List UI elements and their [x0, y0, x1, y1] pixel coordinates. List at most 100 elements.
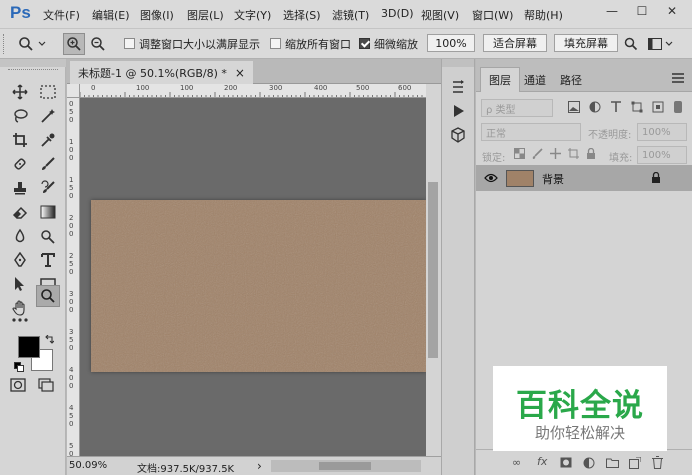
lock-all-icon[interactable] — [586, 148, 596, 159]
history-panel-button[interactable] — [450, 79, 466, 98]
edit-toolbar-button[interactable] — [8, 309, 32, 331]
lock-transparent-icon[interactable] — [514, 148, 525, 159]
scrollbar-thumb[interactable] — [428, 182, 438, 358]
blend-mode-dropdown[interactable]: 正常 — [481, 123, 581, 141]
zoom-all-windows-checkbox[interactable] — [270, 38, 281, 49]
eye-icon[interactable] — [484, 173, 498, 183]
shape-filter-icon[interactable] — [631, 101, 643, 113]
swap-colors-button[interactable] — [44, 334, 55, 348]
layer-name[interactable]: 背景 — [542, 171, 564, 187]
scrubby-zoom-checkbox[interactable] — [359, 38, 370, 49]
menu-image[interactable]: 图像(I) — [140, 7, 174, 23]
vertical-scrollbar[interactable] — [426, 84, 441, 456]
eyedropper-tool[interactable] — [36, 129, 60, 151]
lock-label: 锁定: — [482, 153, 506, 164]
image-canvas[interactable] — [91, 200, 426, 372]
menu-layer[interactable]: 图层(L) — [187, 7, 224, 23]
document-tab[interactable]: 未标题-1 @ 50.1%(RGB/8) * × — [70, 61, 253, 84]
foreground-color-swatch[interactable] — [18, 336, 40, 358]
type-tool[interactable] — [36, 249, 60, 271]
adjustment-filter-icon[interactable] — [589, 101, 601, 113]
zoom-100-button[interactable]: 100% — [427, 34, 475, 52]
search-button[interactable] — [622, 35, 640, 53]
mask-icon[interactable] — [560, 457, 572, 468]
screen-mode-button[interactable] — [38, 378, 56, 394]
tab-channels[interactable]: 通道 — [516, 67, 554, 92]
horizontal-scrollbar-thumb[interactable] — [319, 462, 371, 470]
close-button[interactable]: ✕ — [658, 0, 686, 22]
fit-screen-button[interactable]: 适合屏幕 — [483, 34, 547, 52]
link-icon[interactable]: ∞ — [512, 456, 521, 469]
zoom-tool[interactable] — [36, 285, 60, 307]
workspace-switcher[interactable] — [648, 35, 676, 53]
menu-help[interactable]: 帮助(H) — [524, 7, 563, 23]
ruler-label: 100 — [180, 84, 194, 92]
dodge-tool[interactable] — [36, 225, 60, 247]
chevron-down-icon — [38, 41, 46, 46]
maximize-button[interactable]: ☐ — [628, 0, 656, 22]
ruler-label: 0 — [69, 222, 74, 230]
actions-panel-button[interactable] — [450, 103, 466, 122]
opacity-input[interactable]: 100% — [637, 123, 687, 141]
magnifier-icon — [19, 37, 33, 51]
fx-icon[interactable]: fx — [537, 455, 547, 468]
menu-select[interactable]: 选择(S) — [283, 7, 321, 23]
brush-tool[interactable] — [36, 153, 60, 175]
marquee-tool[interactable] — [36, 81, 60, 103]
3d-panel-button[interactable] — [450, 127, 466, 146]
horizontal-ruler[interactable]: 100 0 100 200 300 400 500 600 — [80, 84, 426, 98]
eraser-tool[interactable] — [8, 201, 32, 223]
lock-position-icon[interactable] — [550, 148, 561, 159]
lock-artboard-icon[interactable] — [568, 148, 579, 159]
status-menu-arrow[interactable]: › — [257, 459, 262, 473]
zoom-in-button[interactable] — [63, 33, 85, 55]
magic-wand-tool[interactable] — [36, 105, 60, 127]
menu-file[interactable]: 文件(F) — [43, 7, 80, 23]
history-brush-tool[interactable] — [36, 177, 60, 199]
trash-icon[interactable] — [652, 456, 663, 469]
new-layer-icon[interactable] — [629, 457, 641, 469]
menu-3d[interactable]: 3D(D) — [381, 7, 414, 20]
tool-preset-picker[interactable] — [18, 34, 54, 54]
arrow-cursor-icon — [15, 277, 24, 291]
lasso-tool[interactable] — [8, 105, 32, 127]
group-icon[interactable] — [606, 457, 619, 468]
crop-tool[interactable] — [8, 129, 32, 151]
zoom-out-button[interactable] — [87, 33, 109, 55]
quick-mask-button[interactable] — [10, 378, 28, 394]
path-selection-tool[interactable] — [8, 273, 32, 295]
blur-tool[interactable] — [8, 225, 32, 247]
layer-row[interactable]: 背景 — [476, 165, 692, 191]
minimize-button[interactable]: — — [598, 0, 626, 22]
layer-filter-dropdown[interactable]: ρ 类型 — [481, 99, 553, 117]
fill-input[interactable]: 100% — [637, 146, 687, 164]
menu-type[interactable]: 文字(Y) — [234, 7, 271, 23]
resize-windows-checkbox[interactable] — [124, 38, 135, 49]
menu-edit[interactable]: 编辑(E) — [92, 7, 130, 23]
vertical-ruler[interactable]: 050100150200250300350400450500 — [67, 98, 80, 456]
lasso-icon — [14, 109, 28, 123]
menu-filter[interactable]: 滤镜(T) — [332, 7, 369, 23]
filter-toggle[interactable] — [674, 101, 682, 113]
image-filter-icon[interactable] — [568, 101, 580, 113]
move-tool[interactable] — [8, 81, 32, 103]
fill-screen-button[interactable]: 填充屏幕 — [554, 34, 618, 52]
menu-view[interactable]: 视图(V) — [421, 7, 459, 23]
tab-layers[interactable]: 图层 — [480, 67, 520, 92]
gradient-tool[interactable] — [36, 201, 60, 223]
menu-window[interactable]: 窗口(W) — [472, 7, 513, 23]
smart-object-filter-icon[interactable] — [652, 101, 664, 113]
adjustment-icon[interactable] — [583, 457, 595, 469]
lock-pixels-icon[interactable] — [532, 148, 543, 159]
tab-paths[interactable]: 路径 — [552, 67, 590, 92]
type-filter-icon[interactable] — [610, 101, 622, 113]
clone-stamp-tool[interactable] — [8, 177, 32, 199]
close-tab-button[interactable]: × — [235, 66, 245, 80]
horizontal-scrollbar[interactable] — [271, 460, 421, 472]
pen-tool[interactable] — [8, 249, 32, 271]
default-colors-button[interactable] — [14, 362, 24, 375]
healing-brush-tool[interactable] — [8, 153, 32, 175]
zoom-level[interactable]: 50.09% — [69, 460, 107, 471]
tools-grip — [8, 69, 58, 73]
panel-menu-button[interactable] — [672, 73, 684, 86]
